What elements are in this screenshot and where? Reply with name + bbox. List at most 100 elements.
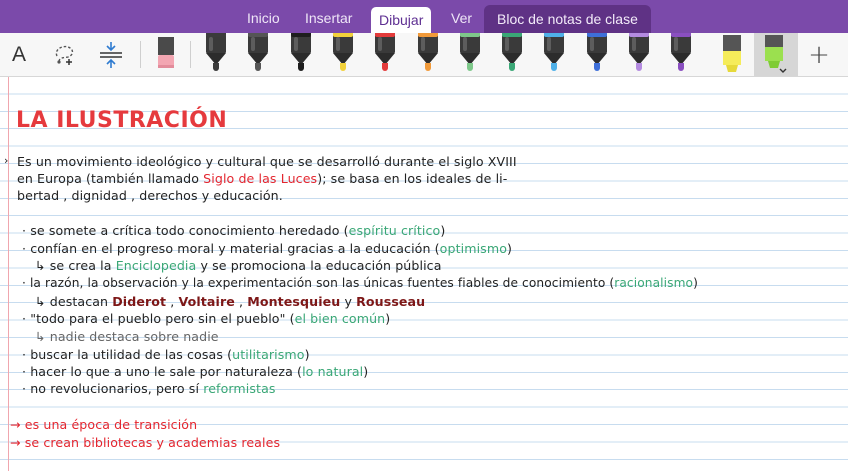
- bullet-text: ): [363, 364, 369, 379]
- pen-7[interactable]: [456, 33, 484, 75]
- ribbon-tab-bar: Inicio Insertar Dibujar Ver Bloc de nota…: [0, 0, 848, 33]
- pen-point: [593, 63, 600, 71]
- pen-glint: [420, 37, 425, 51]
- tab-inicio[interactable]: Inicio: [247, 5, 280, 31]
- pen-3[interactable]: [287, 33, 315, 75]
- bullet-text: · confían en el progreso moral y materia…: [22, 241, 440, 256]
- tab-dibujar[interactable]: Dibujar: [371, 7, 432, 33]
- tab-bloc-de-notas-de-clase[interactable]: Bloc de notas de clase: [484, 5, 651, 33]
- sub-text: ↳ destacan: [35, 294, 113, 309]
- tab-ver[interactable]: Ver: [451, 5, 472, 31]
- pen-11[interactable]: [625, 33, 653, 75]
- bullet-text: · no revolucionarios, pero sí: [22, 381, 204, 396]
- sub-text: ,: [234, 294, 248, 309]
- bullet-text: ): [693, 276, 698, 290]
- text-mode-button[interactable]: A: [6, 33, 32, 76]
- pen-10[interactable]: [583, 33, 611, 75]
- pen-2[interactable]: [244, 33, 272, 75]
- bullet-text: · hacer lo que a uno le sale por natural…: [22, 364, 303, 379]
- eraser-icon: [158, 36, 174, 68]
- highlighter-green[interactable]: [760, 33, 790, 76]
- bullet-pueblo: · "todo para el pueblo pero sin el puebl…: [22, 311, 390, 326]
- insert-space-button[interactable]: [96, 33, 126, 76]
- pen-cap: [290, 33, 311, 37]
- pen-glint: [589, 37, 594, 51]
- page-title: LA ILUSTRACIÓN: [16, 108, 228, 133]
- key-term: racionalismo: [614, 276, 694, 290]
- pen-cap: [459, 33, 480, 37]
- pen-5[interactable]: [371, 33, 399, 75]
- highlighter-icon: [765, 34, 787, 73]
- note-page[interactable]: [0, 77, 848, 471]
- pen-point: [678, 63, 685, 71]
- highlighter-yellow[interactable]: [717, 33, 747, 76]
- key-term: espíritu crítico: [348, 223, 441, 238]
- sub-autores: ↳ destacan Diderot , Voltaire , Montesqu…: [35, 294, 425, 309]
- pen-point: [382, 63, 389, 71]
- bullet-razon: · la razón, la observación y la experime…: [22, 276, 698, 290]
- key-term: el bien común: [294, 311, 386, 326]
- bullet-text: · la razón, la observación y la experime…: [22, 276, 615, 290]
- bullet-text: · "todo para el pueblo pero sin el puebl…: [22, 311, 295, 326]
- sub-text: y se promociona la educación pública: [196, 258, 442, 273]
- pen-glint: [335, 37, 340, 51]
- add-pen-button[interactable]: +: [804, 33, 834, 76]
- highlight-term: Siglo de las Luces: [203, 171, 318, 186]
- pen-glint: [293, 37, 298, 51]
- pen-point: [551, 63, 558, 71]
- pen-glint: [462, 37, 467, 51]
- author-name: Montesquieu: [247, 294, 341, 309]
- lasso-select-button[interactable]: [50, 33, 80, 76]
- conclusion-transicion: → es una época de transición: [10, 417, 198, 432]
- plus-icon: +: [808, 39, 830, 70]
- key-term: utilitarismo: [232, 347, 305, 362]
- pen-point: [213, 63, 219, 71]
- collapse-chevron-icon[interactable]: ›: [4, 154, 9, 167]
- intro-line-1: Es un movimiento ideológico y cultural q…: [17, 154, 517, 169]
- pen-12[interactable]: [667, 33, 695, 75]
- intro-line-2: en Europa (también llamado Siglo de las …: [17, 171, 507, 186]
- pen-4[interactable]: [329, 33, 357, 75]
- pen-9[interactable]: [540, 33, 568, 75]
- eraser-button[interactable]: [152, 33, 180, 76]
- tab-insertar[interactable]: Insertar: [305, 5, 352, 31]
- intro-text: ); se basa en los ideales de li-: [317, 171, 508, 186]
- key-term: reformistas: [203, 381, 276, 396]
- toolbar-separator: [140, 41, 141, 68]
- pen-point: [339, 63, 346, 71]
- bullet-utilidad: · buscar la utilidad de las cosas (utili…: [22, 347, 310, 362]
- bullet-progreso: · confían en el progreso moral y materia…: [22, 241, 512, 256]
- intro-line-3: bertad , dignidad , derechos y educación…: [17, 188, 283, 203]
- bullet-text: ): [385, 311, 391, 326]
- key-term: Enciclopedia: [115, 258, 197, 273]
- pen-8[interactable]: [498, 33, 526, 75]
- sub-text: ↳ se crea la: [35, 258, 116, 273]
- pen-cap: [417, 33, 438, 37]
- pen-point: [466, 63, 473, 71]
- pen-6[interactable]: [414, 33, 442, 75]
- pen-glint: [505, 37, 510, 51]
- bullet-text: ): [440, 223, 446, 238]
- sub-nadie: ↳ nadie destaca sobre nadie: [35, 329, 219, 344]
- sub-enciclopedia: ↳ se crea la Enciclopedia y se promocion…: [35, 258, 442, 273]
- bullet-text: ): [304, 347, 310, 362]
- key-term: lo natural: [302, 364, 364, 379]
- pen-glint: [209, 37, 213, 51]
- pen-point: [636, 63, 642, 71]
- intro-text: en Europa (también llamado: [17, 171, 204, 186]
- text-tool-icon: A: [11, 42, 26, 66]
- highlighter-icon: [723, 34, 741, 72]
- conclusion-bibliotecas: → se crean bibliotecas y academias reale…: [10, 435, 281, 450]
- key-term: optimismo: [439, 241, 508, 256]
- pen-point: [255, 63, 262, 71]
- bullet-text: ): [507, 241, 513, 256]
- pen-glint: [674, 37, 679, 51]
- page-margin-line: [8, 77, 9, 471]
- pen-glint: [251, 37, 256, 51]
- bullet-natural: · hacer lo que a uno le sale por natural…: [22, 364, 368, 379]
- pen-point: [424, 63, 431, 71]
- pen-cap: [586, 33, 607, 37]
- pen-1[interactable]: [202, 33, 230, 75]
- author-name: Rousseau: [356, 294, 426, 309]
- toolbar-separator: [190, 41, 191, 68]
